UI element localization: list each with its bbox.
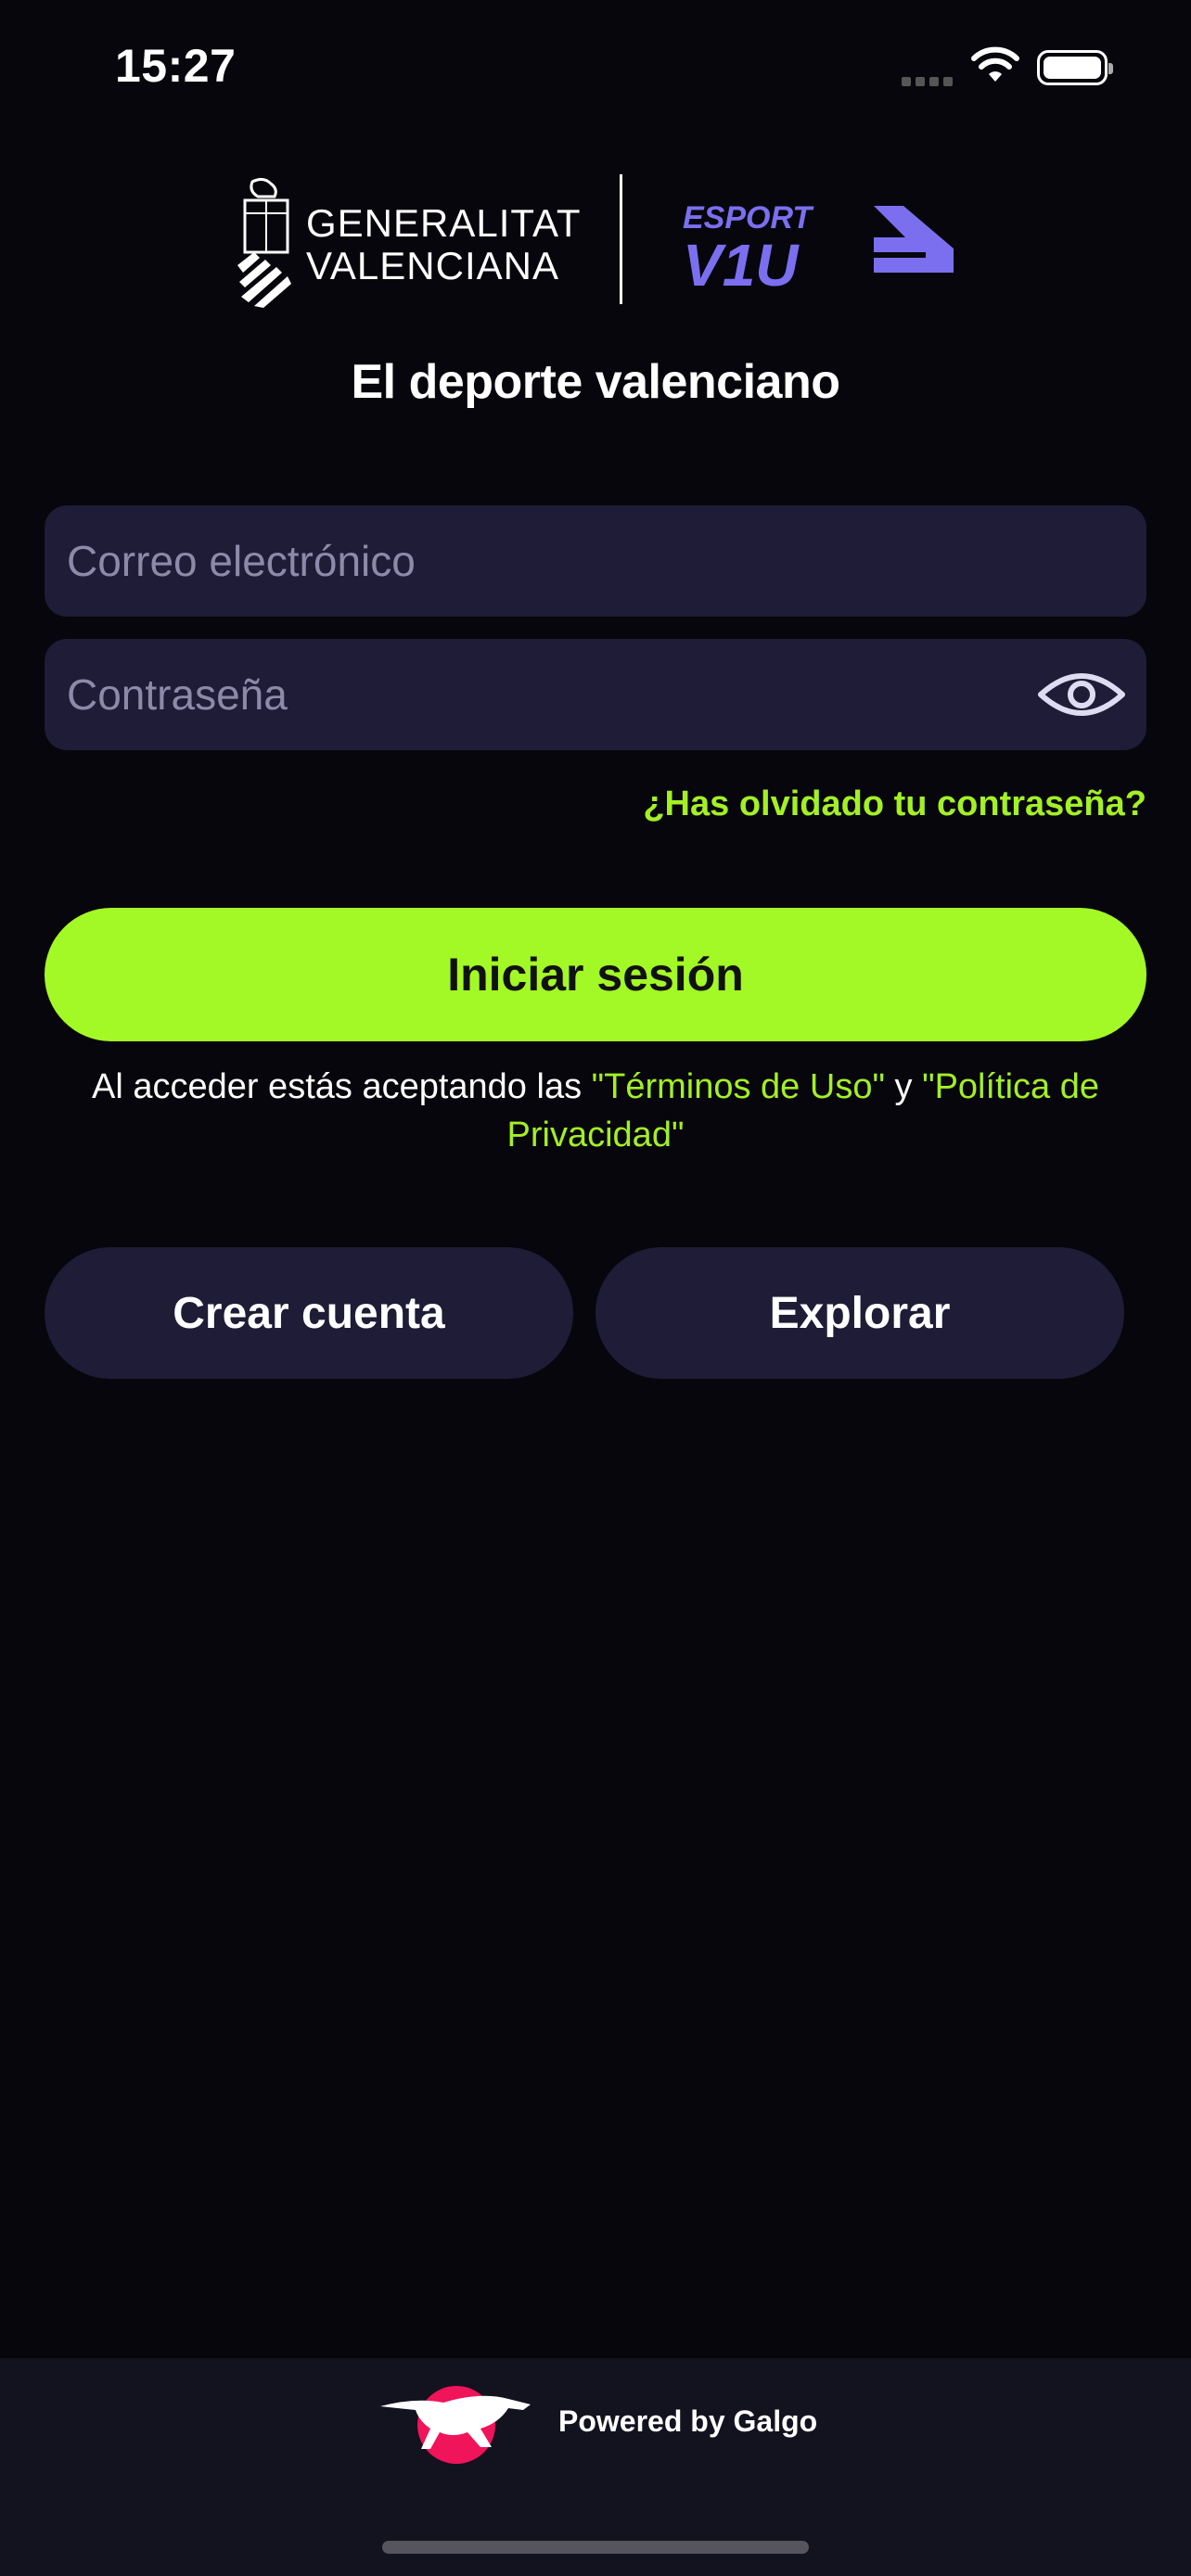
terms-notice: Al acceder estás aceptando las "Términos… [56,1063,1135,1159]
terms-conjunction: y [884,1067,923,1106]
status-time: 15:27 [115,40,237,92]
status-bar: 15:27 [0,0,1191,130]
terms-of-use-link[interactable]: "Términos de Uso" [592,1067,885,1106]
v10-word: V1U [683,232,800,289]
footer: Powered by Galgo [0,2358,1191,2576]
powered-by-text: Powered by Galgo [558,2404,818,2438]
logo-divider [620,174,622,304]
gv-crest-logo [237,177,291,308]
eye-icon[interactable] [1037,665,1126,724]
home-indicator [382,2541,809,2554]
esport-v10-logo: ESPORT V1U [683,200,954,289]
email-input[interactable] [45,505,1146,617]
gv-line-1: GENERALITAT [306,201,582,245]
terms-prefix: Al acceder estás aceptando las [91,1067,592,1106]
brand-logos: GENERALITAT VALENCIANA ESPORT V1U [0,172,1191,308]
esport-word: ESPORT [683,200,814,236]
page-tagline: El deporte valenciano [351,355,841,409]
wifi-icon [971,46,1019,82]
galgo-logo [380,2386,531,2464]
password-input[interactable] [45,639,1146,750]
login-button[interactable]: Iniciar sesión [45,908,1146,1041]
create-account-button[interactable]: Crear cuenta [45,1247,573,1379]
password-field[interactable] [45,639,1146,750]
cellular-signal-icon [902,74,957,91]
gv-line-2: VALENCIANA [306,244,559,287]
email-field[interactable] [45,505,1146,617]
forgot-password-link[interactable]: ¿Has olvidado tu contraseña? [643,784,1146,824]
battery-icon [1037,50,1113,85]
gv-wordmark: GENERALITAT VALENCIANA [306,202,582,287]
explore-button[interactable]: Explorar [596,1247,1124,1379]
